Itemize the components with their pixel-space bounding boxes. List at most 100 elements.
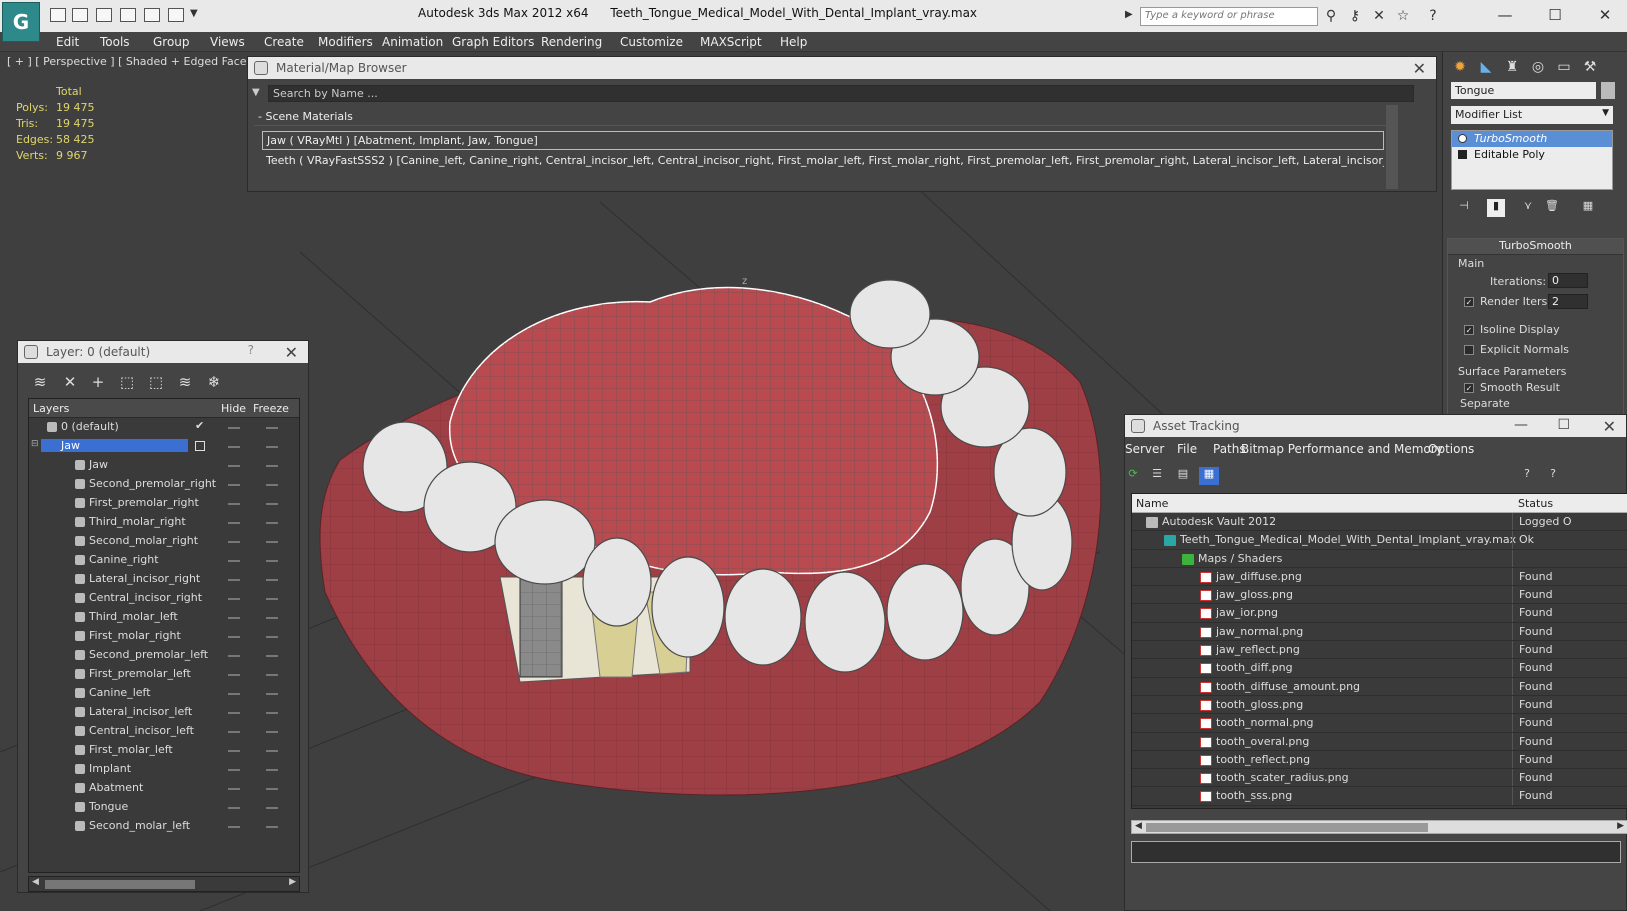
highlight-layer-icon[interactable]: ⬚	[146, 372, 166, 392]
menu-modifiers[interactable]: Modifiers	[318, 35, 373, 49]
freeze-toggle[interactable]	[266, 636, 278, 638]
asset-row[interactable]: tooth_gloss.png Found	[1132, 695, 1627, 715]
select-objects-icon[interactable]: ⬚	[117, 372, 137, 392]
hide-toggle[interactable]	[228, 788, 240, 790]
layer-row[interactable]: Second_premolar_right	[29, 475, 299, 494]
asset-row[interactable]: tooth_reflect.png Found	[1132, 750, 1627, 770]
asset-row[interactable]: tooth_diff.png Found	[1132, 659, 1627, 678]
configure-sets-icon[interactable]: ▦	[1579, 199, 1597, 217]
hierarchy-tab-icon[interactable]: ♜	[1501, 56, 1523, 78]
collapse-icon[interactable]: ⊟	[31, 439, 39, 449]
freeze-toggle[interactable]	[266, 503, 278, 505]
asset-row[interactable]: jaw_gloss.png Found	[1132, 586, 1627, 605]
freeze-toggle[interactable]	[266, 579, 278, 581]
layer-row[interactable]: First_molar_left	[29, 741, 299, 760]
layer-row[interactable]: Canine_left	[29, 684, 299, 703]
render-iters-checkbox[interactable]: ✓	[1464, 297, 1474, 307]
undo-icon[interactable]	[120, 8, 136, 22]
expand-icon[interactable]	[1458, 150, 1467, 159]
freeze-toggle[interactable]	[266, 541, 278, 543]
context-help-icon[interactable]: ?	[1543, 467, 1563, 485]
help-icon[interactable]: ?	[1424, 7, 1442, 25]
layer-horizontal-scrollbar[interactable]: ◀ ▶	[28, 876, 300, 892]
column-hide[interactable]: Hide	[221, 402, 246, 415]
communication-icon[interactable]: ✕	[1370, 7, 1388, 25]
asset-row[interactable]: Maps / Shaders	[1132, 549, 1627, 568]
layer-row[interactable]: Second_molar_right	[29, 532, 299, 551]
favorites-star-icon[interactable]: ☆	[1394, 7, 1412, 25]
current-layer-check-icon[interactable]: ✔	[195, 419, 204, 432]
minimize-icon[interactable]: —	[1514, 417, 1528, 433]
menu-tools[interactable]: Tools	[100, 35, 130, 49]
hide-toggle[interactable]	[228, 579, 240, 581]
layer-row[interactable]: First_premolar_right	[29, 494, 299, 513]
freeze-toggle[interactable]	[266, 807, 278, 809]
maximize-icon[interactable]: ☐	[1557, 417, 1570, 433]
rollout-header[interactable]: TurboSmooth	[1448, 239, 1623, 255]
binoculars-icon[interactable]: ⚲	[1322, 7, 1340, 25]
hide-toggle[interactable]	[228, 560, 240, 562]
hide-toggle[interactable]	[228, 750, 240, 752]
layer-dialog-titlebar[interactable]: Layer: 0 (default) ? ✕	[18, 341, 308, 363]
hide-toggle[interactable]	[228, 674, 240, 676]
stack-item-turbosmooth[interactable]: TurboSmooth	[1452, 131, 1612, 147]
maximize-icon[interactable]: ☐	[1540, 4, 1570, 26]
menu-views[interactable]: Views	[210, 35, 245, 49]
iterations-spinner[interactable]: 0	[1548, 273, 1588, 288]
material-row-jaw[interactable]: Jaw ( VRayMtl ) [Abatment, Implant, Jaw,…	[262, 131, 1384, 150]
asset-horizontal-scrollbar[interactable]: ◀ ▶	[1131, 820, 1627, 834]
modify-tab-icon[interactable]: ◣	[1475, 56, 1497, 78]
quick-access-dropdown-icon[interactable]: ▼	[190, 8, 198, 19]
open-icon[interactable]	[72, 8, 88, 22]
save-icon[interactable]	[96, 8, 112, 22]
object-color-swatch[interactable]	[1601, 82, 1615, 99]
layer-row[interactable]: First_molar_right	[29, 627, 299, 646]
freeze-toggle[interactable]	[266, 693, 278, 695]
hide-toggle[interactable]	[228, 522, 240, 524]
asset-dialog-titlebar[interactable]: Asset Tracking — ☐ ✕	[1125, 415, 1626, 437]
freeze-toggle[interactable]	[266, 446, 278, 448]
object-name-field[interactable]: Tongue	[1451, 82, 1596, 99]
close-icon[interactable]: ✕	[285, 343, 298, 362]
layer-row[interactable]: Abatment	[29, 779, 299, 798]
menu-group[interactable]: Group	[153, 35, 190, 49]
asset-row[interactable]: jaw_normal.png Found	[1132, 622, 1627, 642]
menu-maxscript[interactable]: MAXScript	[700, 35, 762, 49]
close-icon[interactable]: ✕	[1603, 417, 1616, 436]
material-browser-titlebar[interactable]: Material/Map Browser ✕	[248, 57, 1436, 79]
column-status[interactable]: Status	[1518, 497, 1553, 510]
hide-toggle[interactable]	[228, 598, 240, 600]
new-icon[interactable]	[50, 8, 66, 22]
freeze-all-icon[interactable]: ❄	[204, 372, 224, 392]
layer-row[interactable]: Second_premolar_left	[29, 646, 299, 665]
asset-row[interactable]: Autodesk Vault 2012 Logged O	[1132, 513, 1627, 532]
add-to-layer-icon[interactable]: +	[88, 372, 108, 392]
asset-menu-bitmap-performance[interactable]: Bitmap Performance and Memory	[1241, 442, 1443, 456]
freeze-toggle[interactable]	[266, 674, 278, 676]
layer-row[interactable]: 0 (default) ✔	[29, 418, 299, 437]
subscription-icon[interactable]: ⚷	[1346, 7, 1364, 25]
column-freeze[interactable]: Freeze	[253, 402, 289, 415]
viewport-label[interactable]: [ + ] [ Perspective ] [ Shaded + Edged F…	[7, 55, 260, 68]
lightbulb-icon[interactable]	[1458, 134, 1467, 143]
asset-row[interactable]: jaw_reflect.png Found	[1132, 641, 1627, 660]
hide-toggle[interactable]	[228, 636, 240, 638]
table-view-icon[interactable]: ▦	[1199, 467, 1219, 485]
list-view-icon[interactable]: ☰	[1147, 467, 1167, 485]
asset-menu-file[interactable]: File	[1177, 442, 1197, 456]
scroll-right-icon[interactable]: ▶	[289, 877, 296, 887]
material-browser-scrollbar[interactable]	[1386, 105, 1398, 189]
scroll-thumb[interactable]	[1146, 823, 1428, 832]
make-unique-icon[interactable]: ⋎	[1519, 199, 1537, 217]
freeze-toggle[interactable]	[266, 427, 278, 429]
utilities-tab-icon[interactable]: ⚒	[1579, 56, 1601, 78]
tree-view-icon[interactable]: ▤	[1173, 467, 1193, 485]
hide-toggle[interactable]	[228, 655, 240, 657]
remove-modifier-icon[interactable]: 🗑	[1543, 199, 1561, 217]
freeze-toggle[interactable]	[266, 598, 278, 600]
help-icon[interactable]: ?	[248, 343, 254, 357]
layer-row[interactable]: Central_incisor_left	[29, 722, 299, 741]
material-row-teeth[interactable]: Teeth ( VRayFastSSS2 ) [Canine_left, Can…	[262, 152, 1384, 170]
asset-row[interactable]: tooth_scater_radius.png Found	[1132, 769, 1627, 788]
hide-toggle[interactable]	[228, 503, 240, 505]
